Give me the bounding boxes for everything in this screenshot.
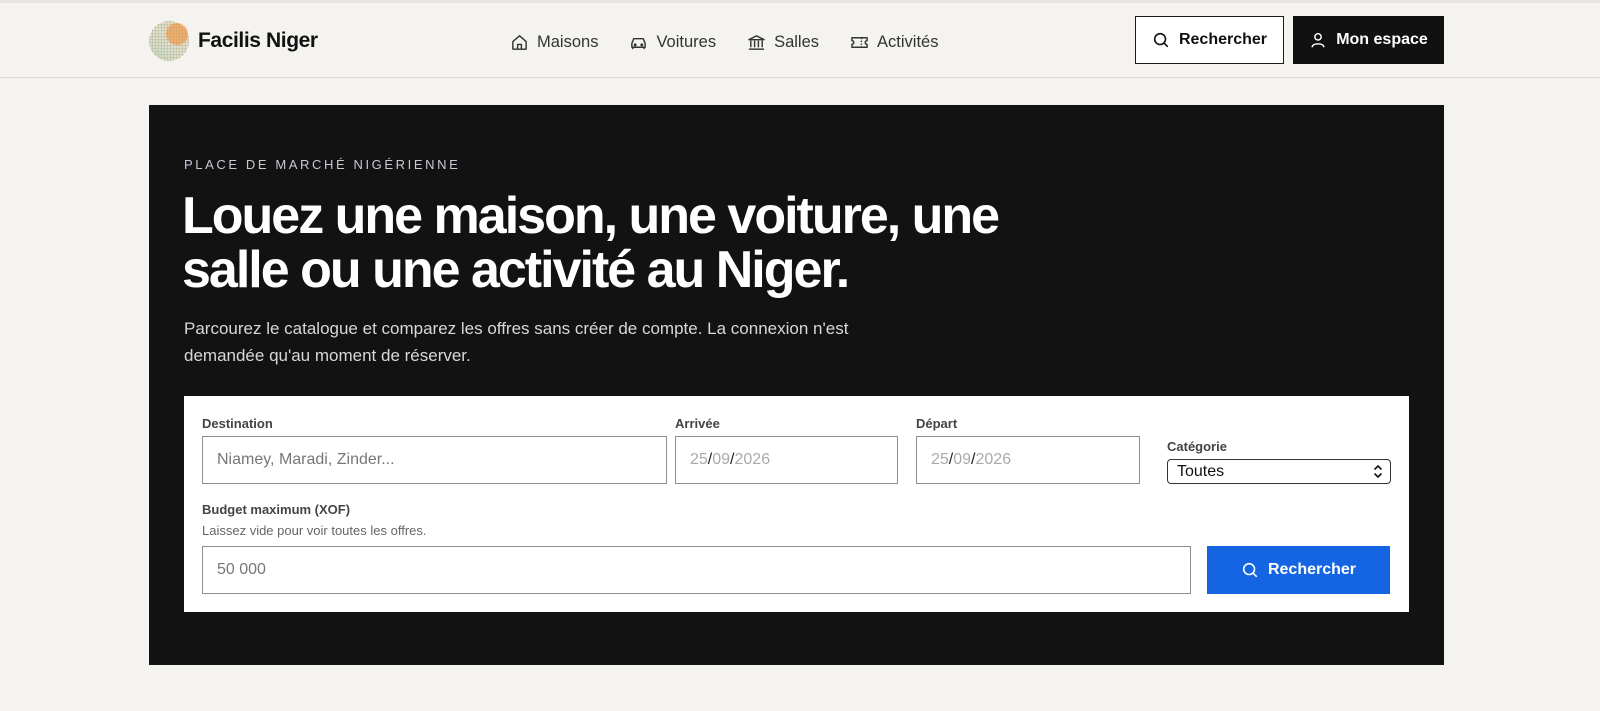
hero-subtitle-line: demandée qu'au moment de réserver. <box>184 346 471 365</box>
account-button[interactable]: Mon espace <box>1293 16 1444 64</box>
arrival-year: 2026 <box>734 451 771 468</box>
destination-label: Destination <box>202 416 273 431</box>
hero-eyebrow: PLACE DE MARCHÉ NIGÉRIENNE <box>184 157 461 172</box>
gradient-dots-logo-icon <box>149 21 189 61</box>
category-label: Catégorie <box>1167 439 1227 454</box>
nav-item-activites[interactable]: Activités <box>850 27 938 57</box>
chevron-up-down-icon <box>1374 465 1382 478</box>
brand[interactable]: Facilis Niger <box>148 17 318 65</box>
user-icon <box>1311 32 1325 48</box>
submit-search-button[interactable]: Rechercher <box>1207 546 1390 594</box>
nav-item-label: Voitures <box>656 32 717 51</box>
arrival-date-input[interactable]: 25/09/2026 <box>675 436 898 484</box>
category-select[interactable]: Toutes <box>1167 459 1391 484</box>
header-search-button[interactable]: Rechercher <box>1135 16 1284 64</box>
hero-subtitle: Parcourez le catalogue et comparez les o… <box>184 315 924 369</box>
building-columns-icon <box>748 34 765 50</box>
hero-headline-line: Louez une maison, une voiture, une <box>182 187 1000 245</box>
search-form: Destination Niamey, Maradi, Zinder... Ar… <box>184 396 1409 612</box>
budget-input[interactable]: 50 000 <box>202 546 1191 594</box>
category-value: Toutes <box>1177 462 1225 480</box>
departure-label: Départ <box>916 416 958 431</box>
nav-item-voitures[interactable]: Voitures <box>629 27 716 57</box>
brand-name: Facilis Niger <box>198 29 318 52</box>
main-nav: Maisons Voitures Salles Activités <box>510 27 969 57</box>
ticket-icon <box>851 36 868 48</box>
site-header: Facilis Niger Maisons Voitures Salles Ac… <box>0 3 1600 78</box>
hero-headline-line: salle ou une activité au Niger. <box>182 241 850 299</box>
departure-date-input[interactable]: 25/09/2026 <box>916 436 1140 484</box>
arrival-day: 25 <box>690 451 708 468</box>
budget-placeholder: 50 000 <box>217 561 266 578</box>
hero-subtitle-line: Parcourez le catalogue et comparez les o… <box>184 319 849 338</box>
submit-search-label: Rechercher <box>1267 561 1357 578</box>
hero-headline: Louez une maison, une voiture, une salle… <box>182 189 1022 297</box>
arrival-label: Arrivée <box>675 416 720 431</box>
departure-year: 2026 <box>975 451 1012 468</box>
budget-label: Budget maximum (XOF) <box>202 502 351 517</box>
destination-placeholder: Niamey, Maradi, Zinder... <box>217 451 395 468</box>
nav-item-label: Activités <box>877 32 939 51</box>
nav-item-label: Salles <box>774 32 820 51</box>
nav-item-salles[interactable]: Salles <box>747 27 819 57</box>
car-icon <box>631 37 647 49</box>
arrival-month: 09 <box>712 451 731 468</box>
search-icon <box>1242 562 1258 578</box>
departure-month: 09 <box>953 451 972 468</box>
search-icon <box>1153 32 1169 48</box>
nav-item-label: Maisons <box>537 32 599 51</box>
departure-day: 25 <box>931 451 949 468</box>
hero-section: PLACE DE MARCHÉ NIGÉRIENNE Louez une mai… <box>149 105 1444 665</box>
account-label: Mon espace <box>1336 31 1428 48</box>
header-search-label: Rechercher <box>1178 31 1268 48</box>
nav-item-maisons[interactable]: Maisons <box>510 27 598 57</box>
house-icon <box>512 34 527 50</box>
budget-hint: Laissez vide pour voir toutes les offres… <box>202 523 427 538</box>
destination-input[interactable]: Niamey, Maradi, Zinder... <box>202 436 667 484</box>
